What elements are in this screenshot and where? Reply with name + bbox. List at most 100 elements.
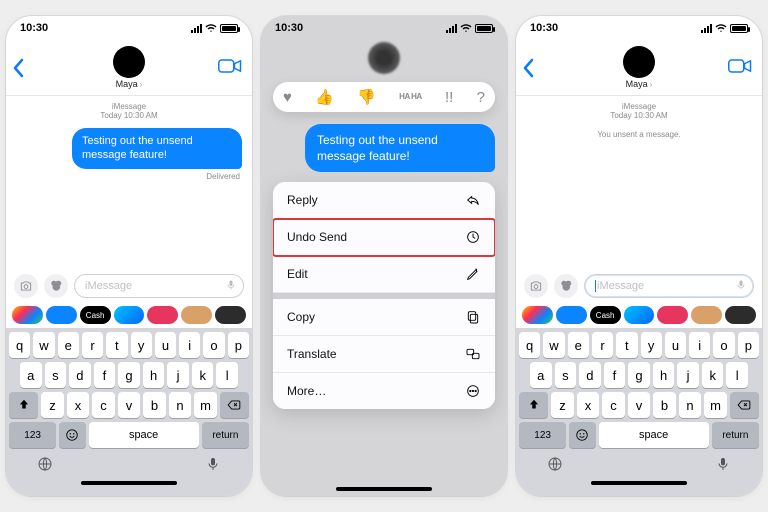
app-audio[interactable] <box>624 306 655 324</box>
backspace-key[interactable] <box>220 392 249 418</box>
tapback-haha[interactable]: HA HA <box>399 93 422 100</box>
keyboard[interactable]: qwertyuiop asdfghjkl zxcvbnm 123 space r… <box>516 328 762 496</box>
ctx-copy[interactable]: Copy <box>273 299 495 336</box>
app-search[interactable] <box>147 306 178 324</box>
key-u[interactable]: u <box>665 332 686 358</box>
key-x[interactable]: x <box>577 392 600 418</box>
contact-avatar[interactable] <box>113 46 145 78</box>
key-c[interactable]: c <box>602 392 625 418</box>
key-v[interactable]: v <box>118 392 141 418</box>
backspace-key[interactable] <box>730 392 759 418</box>
sent-message-bubble[interactable]: Testing out the unsend message feature! <box>305 124 495 172</box>
key-w[interactable]: w <box>33 332 54 358</box>
key-t[interactable]: t <box>616 332 637 358</box>
shift-key[interactable] <box>9 392 38 418</box>
numbers-key[interactable]: 123 <box>519 422 566 448</box>
key-e[interactable]: e <box>58 332 79 358</box>
space-key[interactable]: space <box>599 422 709 448</box>
key-q[interactable]: q <box>519 332 540 358</box>
key-s[interactable]: s <box>45 362 67 388</box>
key-g[interactable]: g <box>628 362 650 388</box>
key-y[interactable]: y <box>641 332 662 358</box>
key-l[interactable]: l <box>216 362 238 388</box>
app-strip[interactable]: Cash <box>6 304 252 328</box>
contact-name[interactable]: Maya› <box>626 79 653 89</box>
key-r[interactable]: r <box>592 332 613 358</box>
key-n[interactable]: n <box>169 392 192 418</box>
key-y[interactable]: y <box>131 332 152 358</box>
app-search[interactable] <box>657 306 688 324</box>
dictation-icon[interactable] <box>735 279 747 294</box>
app-app-store[interactable] <box>556 306 587 324</box>
key-p[interactable]: p <box>228 332 249 358</box>
emoji-key[interactable] <box>569 422 595 448</box>
space-key[interactable]: space <box>89 422 199 448</box>
key-f[interactable]: f <box>604 362 626 388</box>
ctx-translate[interactable]: Translate <box>273 336 495 373</box>
key-i[interactable]: i <box>689 332 710 358</box>
home-indicator[interactable] <box>81 481 177 485</box>
app-memoji-1[interactable] <box>691 306 722 324</box>
key-g[interactable]: g <box>118 362 140 388</box>
key-z[interactable]: z <box>41 392 64 418</box>
app-memoji-2[interactable] <box>215 306 246 324</box>
ctx-reply[interactable]: Reply <box>273 182 495 219</box>
key-m[interactable]: m <box>704 392 727 418</box>
key-t[interactable]: t <box>106 332 127 358</box>
dictation-key[interactable] <box>205 456 221 477</box>
tapback-question[interactable]: ? <box>477 89 485 106</box>
app-drawer-button[interactable] <box>44 274 68 298</box>
key-k[interactable]: k <box>192 362 214 388</box>
key-f[interactable]: f <box>94 362 116 388</box>
facetime-button[interactable] <box>728 58 752 74</box>
app-drawer-button[interactable] <box>554 274 578 298</box>
camera-button[interactable] <box>14 274 38 298</box>
app-audio[interactable] <box>114 306 145 324</box>
ctx-more[interactable]: More… <box>273 373 495 409</box>
sent-message-bubble[interactable]: Testing out the unsend message feature! <box>72 128 242 169</box>
key-e[interactable]: e <box>568 332 589 358</box>
tapback-thumbs-down[interactable]: 👎 <box>357 88 376 106</box>
keyboard[interactable]: qwertyuiop asdfghjkl zxcvbnm 123 space r… <box>6 328 252 496</box>
conversation-area[interactable]: iMessage Today 10:30 AM You unsent a mes… <box>516 96 762 270</box>
key-x[interactable]: x <box>67 392 90 418</box>
key-w[interactable]: w <box>543 332 564 358</box>
key-q[interactable]: q <box>9 332 30 358</box>
numbers-key[interactable]: 123 <box>9 422 56 448</box>
dictation-key[interactable] <box>715 456 731 477</box>
app-photos[interactable] <box>12 306 43 324</box>
key-z[interactable]: z <box>551 392 574 418</box>
facetime-button[interactable] <box>218 58 242 74</box>
key-b[interactable]: b <box>653 392 676 418</box>
shift-key[interactable] <box>519 392 548 418</box>
app-photos[interactable] <box>522 306 553 324</box>
key-d[interactable]: d <box>579 362 601 388</box>
camera-button[interactable] <box>524 274 548 298</box>
key-k[interactable]: k <box>702 362 724 388</box>
globe-key[interactable] <box>37 456 53 477</box>
app-apple-cash[interactable]: Cash <box>80 306 111 324</box>
app-strip[interactable]: Cash <box>516 304 762 328</box>
tapback-thumbs-up[interactable]: 👍 <box>315 88 334 106</box>
contact-avatar[interactable] <box>623 46 655 78</box>
app-apple-cash[interactable]: Cash <box>590 306 621 324</box>
key-p[interactable]: p <box>738 332 759 358</box>
app-memoji-1[interactable] <box>181 306 212 324</box>
key-s[interactable]: s <box>555 362 577 388</box>
dictation-icon[interactable] <box>225 279 237 294</box>
key-b[interactable]: b <box>143 392 166 418</box>
key-h[interactable]: h <box>143 362 165 388</box>
key-j[interactable]: j <box>167 362 189 388</box>
message-input[interactable]: iMessage <box>584 274 754 298</box>
key-i[interactable]: i <box>179 332 200 358</box>
home-indicator[interactable] <box>336 487 432 491</box>
return-key[interactable]: return <box>202 422 249 448</box>
back-button[interactable] <box>522 58 536 84</box>
key-v[interactable]: v <box>628 392 651 418</box>
app-memoji-2[interactable] <box>725 306 756 324</box>
key-o[interactable]: o <box>713 332 734 358</box>
key-n[interactable]: n <box>679 392 702 418</box>
tapback-exclaim[interactable]: !! <box>445 89 453 106</box>
app-app-store[interactable] <box>46 306 77 324</box>
key-m[interactable]: m <box>194 392 217 418</box>
